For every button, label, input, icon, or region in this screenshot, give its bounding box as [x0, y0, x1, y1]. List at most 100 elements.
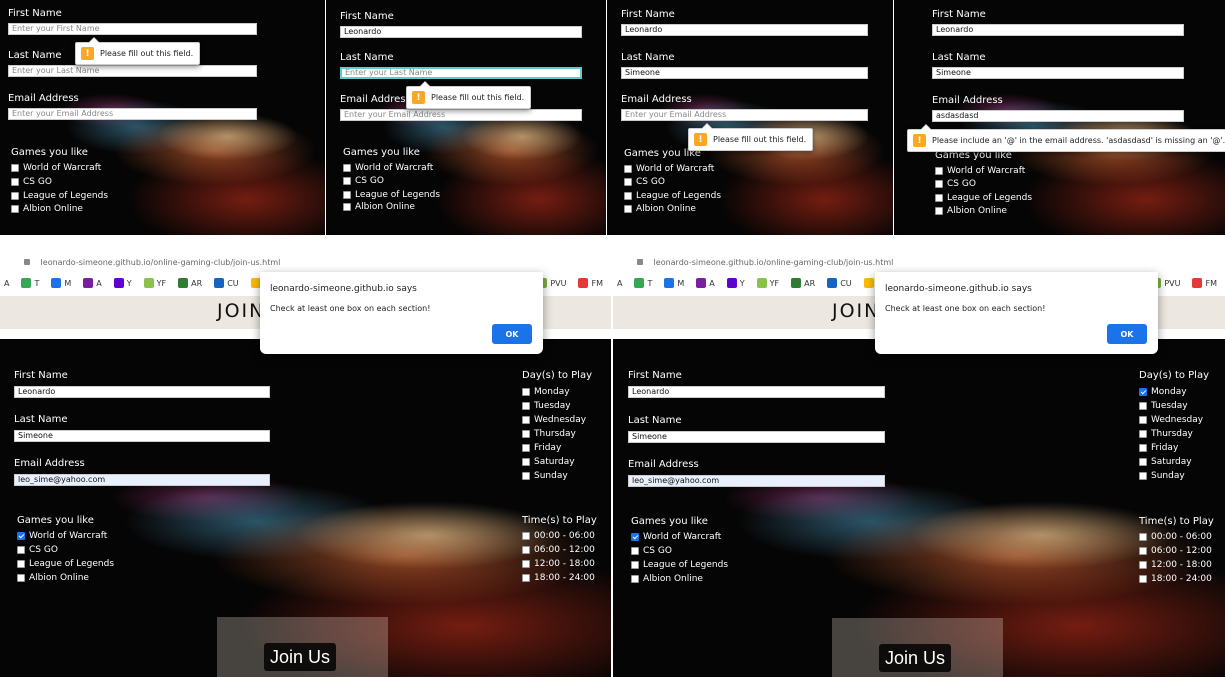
time-checkbox-0000[interactable]	[522, 532, 530, 540]
game-checkbox-wow[interactable]	[11, 164, 19, 172]
first-name-input[interactable]: Leonardo	[340, 26, 582, 38]
day-checkbox-monday[interactable]	[522, 388, 530, 396]
last-name-input[interactable]: Simeone	[621, 67, 868, 79]
first-name-input[interactable]: Leonardo	[932, 24, 1184, 36]
time-checkbox-0600[interactable]	[1139, 547, 1147, 555]
bookmark-item[interactable]: A	[83, 278, 102, 288]
time-checkbox-1200[interactable]	[1139, 561, 1147, 569]
game-checkbox-csgo[interactable]	[17, 546, 25, 554]
game-checkbox-csgo[interactable]	[343, 177, 351, 185]
day-checkbox-friday[interactable]	[522, 444, 530, 452]
day-checkbox-tuesday[interactable]	[522, 402, 530, 410]
bookmark-item[interactable]	[863, 278, 874, 288]
bookmark-item[interactable]: T	[21, 278, 39, 288]
bookmark-item[interactable]: M	[664, 278, 684, 288]
day-checkbox-sunday[interactable]	[1139, 472, 1147, 480]
first-name-input[interactable]: Leonardo	[621, 24, 868, 36]
game-checkbox-albion[interactable]	[935, 207, 943, 215]
time-checkbox-0600[interactable]	[522, 546, 530, 554]
last-name-input[interactable]: Enter your Last Name	[8, 65, 257, 77]
game-checkbox-albion[interactable]	[624, 205, 632, 213]
game-checkbox-lol[interactable]	[624, 192, 632, 200]
bookmark-item[interactable]: AR	[178, 278, 202, 288]
day-checkbox-wednesday[interactable]	[522, 416, 530, 424]
day-checkbox-tuesday[interactable]	[1139, 402, 1147, 410]
last-name-input[interactable]: Simeone	[628, 431, 885, 443]
email-input[interactable]: Enter your Email Address	[8, 108, 257, 120]
bookmark-item[interactable]: YF	[143, 278, 166, 288]
game-checkbox-wow[interactable]	[343, 164, 351, 172]
email-input[interactable]: leo_sime@yahoo.com	[14, 474, 270, 486]
first-name-input[interactable]: Enter your First Name	[8, 23, 257, 35]
validation-message: Please fill out this field.	[100, 49, 194, 58]
day-checkbox-thursday[interactable]	[522, 430, 530, 438]
join-us-button[interactable]: Join Us	[264, 643, 337, 671]
game-checkbox-csgo[interactable]	[631, 547, 639, 555]
bookmark-item[interactable]: YF	[756, 278, 779, 288]
join-us-button[interactable]: Join Us	[879, 644, 952, 672]
email-input[interactable]: asdasdasd	[932, 110, 1184, 122]
email-input[interactable]: Enter your Email Address	[340, 109, 582, 121]
email-input[interactable]: leo_sime@yahoo.com	[628, 475, 885, 487]
game-checkbox-wow[interactable]	[17, 532, 25, 540]
form-area: First Name Leonardo Last Name Simeone Em…	[613, 339, 1225, 677]
bookmark-item[interactable]: CU	[214, 278, 239, 288]
dialog-ok-button[interactable]: OK	[1107, 324, 1147, 344]
bookmark-item[interactable]: AR	[791, 278, 815, 288]
bookmark-item[interactable]: A	[696, 278, 715, 288]
day-option-label: Saturday	[534, 457, 575, 467]
bookmark-item[interactable]: CU	[827, 278, 852, 288]
game-checkbox-albion[interactable]	[343, 203, 351, 211]
game-checkbox-lol[interactable]	[631, 561, 639, 569]
day-checkbox-friday[interactable]	[1139, 444, 1147, 452]
day-checkbox-saturday[interactable]	[522, 458, 530, 466]
game-checkbox-albion[interactable]	[17, 574, 25, 582]
game-checkbox-albion[interactable]	[631, 575, 639, 583]
alert-dialog: leonardo-simeone.github.io says Check at…	[260, 272, 543, 354]
bookmark-item[interactable]: T	[634, 278, 652, 288]
last-name-input[interactable]: Simeone	[932, 67, 1184, 79]
game-checkbox-wow[interactable]	[935, 167, 943, 175]
time-checkbox-1800[interactable]	[1139, 575, 1147, 583]
dialog-title: leonardo-simeone.github.io says	[885, 284, 1032, 294]
game-option-label: Albion Online	[355, 202, 415, 212]
last-name-input[interactable]: Enter your Last Name	[340, 67, 582, 79]
browser-url-bar[interactable]: leonardo-simeone.github.io/online-gaming…	[0, 258, 611, 270]
bookmark-item[interactable]: M	[51, 278, 71, 288]
last-name-input[interactable]: Simeone	[14, 430, 270, 442]
bookmark-apps[interactable]: A	[4, 279, 9, 288]
day-checkbox-sunday[interactable]	[522, 472, 530, 480]
day-checkbox-thursday[interactable]	[1139, 430, 1147, 438]
last-name-label: Last Name	[14, 414, 68, 425]
game-checkbox-csgo[interactable]	[624, 178, 632, 186]
day-option-label: Wednesday	[1151, 415, 1204, 425]
game-checkbox-wow[interactable]	[624, 165, 632, 173]
bookmark-apps[interactable]: A	[617, 279, 622, 288]
game-checkbox-lol[interactable]	[935, 194, 943, 202]
day-checkbox-wednesday[interactable]	[1139, 416, 1147, 424]
time-checkbox-1800[interactable]	[522, 574, 530, 582]
bookmark-item[interactable]: Y	[113, 278, 132, 288]
game-checkbox-csgo[interactable]	[11, 178, 19, 186]
first-name-input[interactable]: Leonardo	[14, 386, 270, 398]
email-input[interactable]: Enter your Email Address	[621, 109, 868, 121]
game-checkbox-albion[interactable]	[11, 205, 19, 213]
time-checkbox-0000[interactable]	[1139, 533, 1147, 541]
browser-url-bar[interactable]: leonardo-simeone.github.io/online-gaming…	[613, 258, 1225, 270]
url-text: leonardo-simeone.github.io/online-gaming…	[653, 258, 894, 267]
game-checkbox-lol[interactable]	[343, 191, 351, 199]
first-name-input[interactable]: Leonardo	[628, 386, 885, 398]
dialog-ok-button[interactable]: OK	[492, 324, 532, 344]
warning-icon: !	[412, 91, 425, 104]
day-checkbox-saturday[interactable]	[1139, 458, 1147, 466]
game-checkbox-lol[interactable]	[17, 560, 25, 568]
game-checkbox-lol[interactable]	[11, 192, 19, 200]
bookmark-item[interactable]: FM	[1192, 278, 1217, 288]
bookmark-item[interactable]: Y	[726, 278, 745, 288]
bookmark-item[interactable]: FM	[578, 278, 603, 288]
game-checkbox-wow[interactable]	[631, 533, 639, 541]
last-name-label: Last Name	[340, 52, 394, 63]
game-checkbox-csgo[interactable]	[935, 180, 943, 188]
time-checkbox-1200[interactable]	[522, 560, 530, 568]
day-checkbox-monday[interactable]	[1139, 388, 1147, 396]
